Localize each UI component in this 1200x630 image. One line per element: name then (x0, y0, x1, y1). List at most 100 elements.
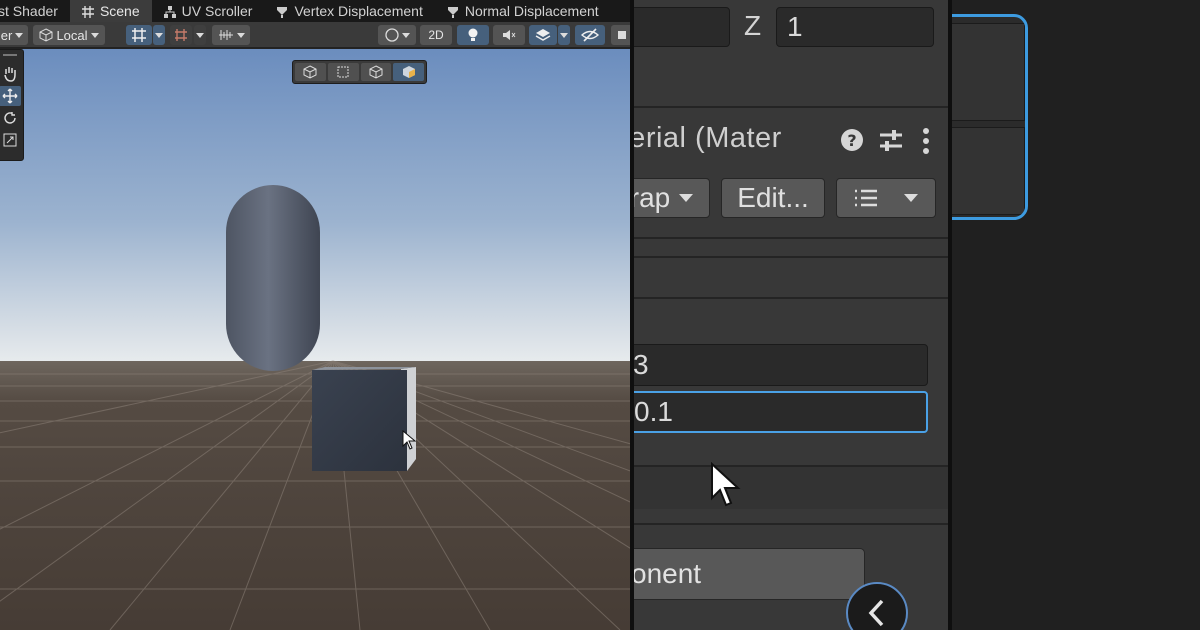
chevron-down-icon (560, 32, 568, 38)
z-value-field[interactable]: 1 (776, 7, 934, 47)
z-axis-label: Z (744, 10, 762, 41)
effects-toggle[interactable] (529, 25, 557, 45)
edit-shader-button[interactable]: Edit... (721, 178, 825, 218)
cube-icon (369, 65, 383, 79)
hand-tool-button[interactable] (0, 64, 21, 84)
visibility-toggle[interactable] (575, 25, 605, 45)
tab-label: Vertex Displacement (294, 3, 423, 19)
cube-icon (39, 28, 53, 42)
tab-vertex-displacement[interactable]: Vertex Displacement (264, 0, 434, 22)
property-value-field[interactable]: 3 (634, 344, 928, 386)
layers-icon (535, 29, 551, 41)
wire-cube-button[interactable] (360, 63, 392, 81)
chevron-down-icon (904, 194, 918, 202)
editor-tab-bar: st Shader Scene UV Scroller Vertex Displ… (0, 0, 630, 22)
rect-view-button[interactable] (327, 63, 359, 81)
tab-test-shader[interactable]: st Shader (0, 0, 70, 22)
y-value-field[interactable] (634, 7, 730, 47)
material-section-title: aterial (Mater (634, 122, 782, 154)
grid-snap-button[interactable] (126, 25, 152, 45)
pivot-label: er (0, 27, 13, 43)
empty-row (634, 467, 948, 509)
scene-render (0, 49, 630, 630)
increment-snap-button[interactable] (170, 25, 192, 45)
chevron-left-icon (868, 599, 884, 627)
mode-2d-button[interactable]: 2D (420, 25, 452, 45)
audio-toggle[interactable] (493, 25, 525, 45)
focused-value-text: 0.1 (634, 396, 673, 427)
tab-uv-scroller[interactable]: UV Scroller (152, 0, 265, 22)
shading-mode-dropdown[interactable] (378, 25, 416, 45)
ruler-icon (218, 30, 233, 40)
scale-icon (3, 133, 17, 147)
chevron-down-icon (15, 32, 24, 38)
section-divider (634, 523, 948, 525)
rect-tool-icon (337, 66, 349, 78)
focused-control-group[interactable] (952, 14, 1028, 220)
settings-sliders-icon[interactable] (878, 128, 904, 159)
audio-mute-icon (503, 30, 516, 40)
chevron-down-icon (155, 32, 163, 38)
wrap-mode-label: rap (634, 182, 671, 213)
sphere-icon (384, 28, 399, 42)
effects-dropdown[interactable] (558, 25, 570, 45)
scene-viewport[interactable] (0, 49, 630, 630)
snap-icon (175, 29, 187, 41)
control-cell-bottom[interactable] (952, 127, 1025, 215)
grid-snap-dropdown[interactable] (153, 25, 165, 45)
help-icon[interactable]: ? (840, 128, 864, 157)
lighting-toggle[interactable] (457, 25, 489, 45)
light-bulb-icon (468, 28, 478, 41)
increment-snap-dropdown[interactable] (194, 25, 206, 45)
pivot-dropdown[interactable]: er (0, 25, 28, 45)
capsule-object[interactable] (226, 185, 320, 371)
rotate-tool-button[interactable] (0, 108, 21, 128)
cube-icon (303, 65, 317, 79)
add-component-label: onent (634, 558, 702, 589)
shader-icon (447, 5, 459, 18)
scale-tool-button[interactable] (0, 130, 21, 150)
gizmo-icon (618, 31, 626, 39)
tab-label: UV Scroller (181, 3, 253, 19)
move-tool-button[interactable] (0, 86, 21, 106)
ruler-dropdown[interactable] (212, 25, 250, 45)
view-cube-button[interactable] (295, 63, 326, 81)
control-cell-top[interactable] (952, 23, 1025, 121)
space-label: Local (56, 27, 88, 43)
back-button[interactable] (846, 582, 908, 630)
tab-label: Normal Displacement (464, 3, 599, 19)
tab-label: Scene (99, 3, 140, 19)
tab-normal-displacement[interactable]: Normal Displacement (435, 0, 611, 22)
palette-handle[interactable] (3, 54, 17, 56)
chevron-down-icon (236, 32, 245, 38)
tab-scene[interactable]: Scene (69, 0, 152, 22)
scene-toolbar: er Local 2D (0, 22, 630, 48)
rotate-icon (4, 112, 16, 124)
more-options-icon[interactable] (922, 128, 930, 159)
shaded-cube-button[interactable] (393, 63, 424, 81)
list-options-dropdown[interactable] (836, 178, 936, 218)
section-divider (634, 106, 948, 108)
space-dropdown[interactable]: Local (33, 25, 105, 45)
wrap-mode-dropdown[interactable]: rap (634, 178, 710, 218)
hand-icon (4, 67, 16, 82)
chevron-down-icon (196, 32, 204, 38)
orientation-overlay (292, 60, 427, 84)
add-component-button[interactable]: onent (634, 548, 865, 600)
gizmos-toggle[interactable] (611, 25, 630, 45)
grid-snap-icon (132, 28, 146, 42)
mouse-cursor-icon (710, 461, 742, 513)
focused-value-field[interactable]: 0.1 (634, 391, 928, 433)
hierarchy-icon (163, 5, 176, 18)
section-divider (634, 297, 948, 299)
section-divider (634, 237, 948, 239)
grid-icon (81, 5, 94, 18)
shader-icon (276, 5, 288, 18)
move-icon (2, 88, 18, 104)
inspector-zoom-panel: Z 1 aterial (Mater ? rap Edit... 3 0.1 o… (634, 0, 948, 630)
section-divider (634, 256, 948, 258)
chevron-down-icon (401, 32, 410, 38)
eye-hidden-icon (581, 28, 599, 42)
cube-object[interactable] (312, 367, 416, 471)
tab-label: st Shader (0, 3, 58, 19)
